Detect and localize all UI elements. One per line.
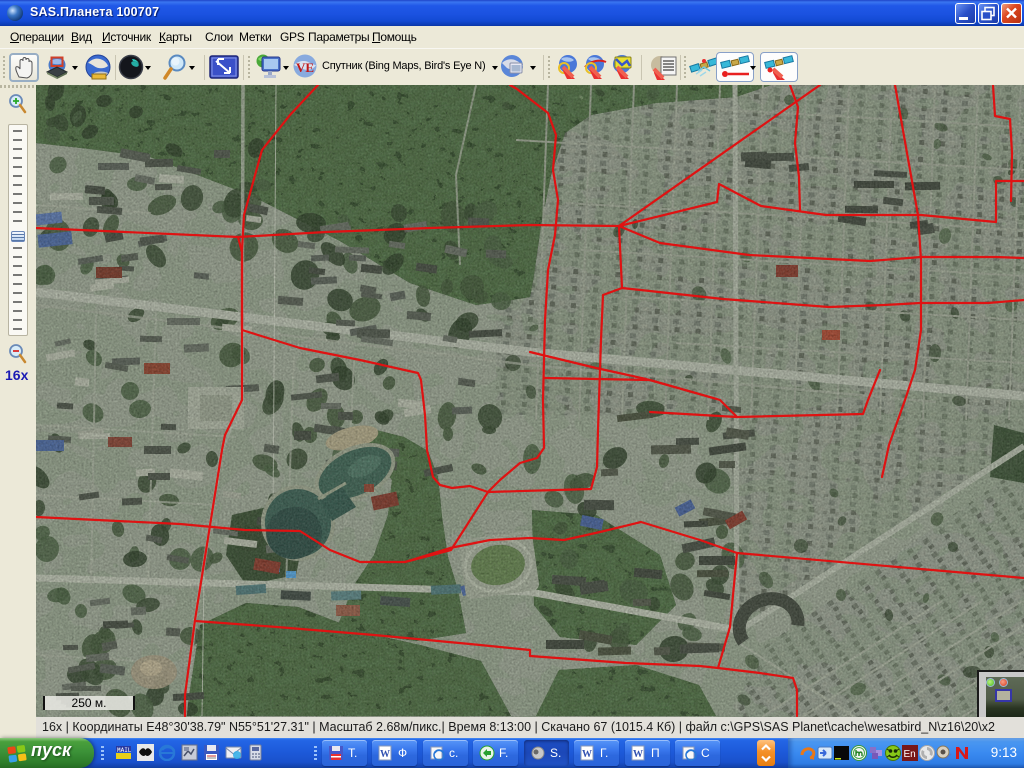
svg-text:MAIL: MAIL bbox=[117, 747, 132, 754]
svg-text:W: W bbox=[380, 749, 390, 760]
svg-text:W: W bbox=[582, 749, 592, 760]
svg-text:VE: VE bbox=[296, 60, 314, 75]
svg-text:W: W bbox=[633, 749, 643, 760]
svg-text:En: En bbox=[904, 749, 916, 760]
